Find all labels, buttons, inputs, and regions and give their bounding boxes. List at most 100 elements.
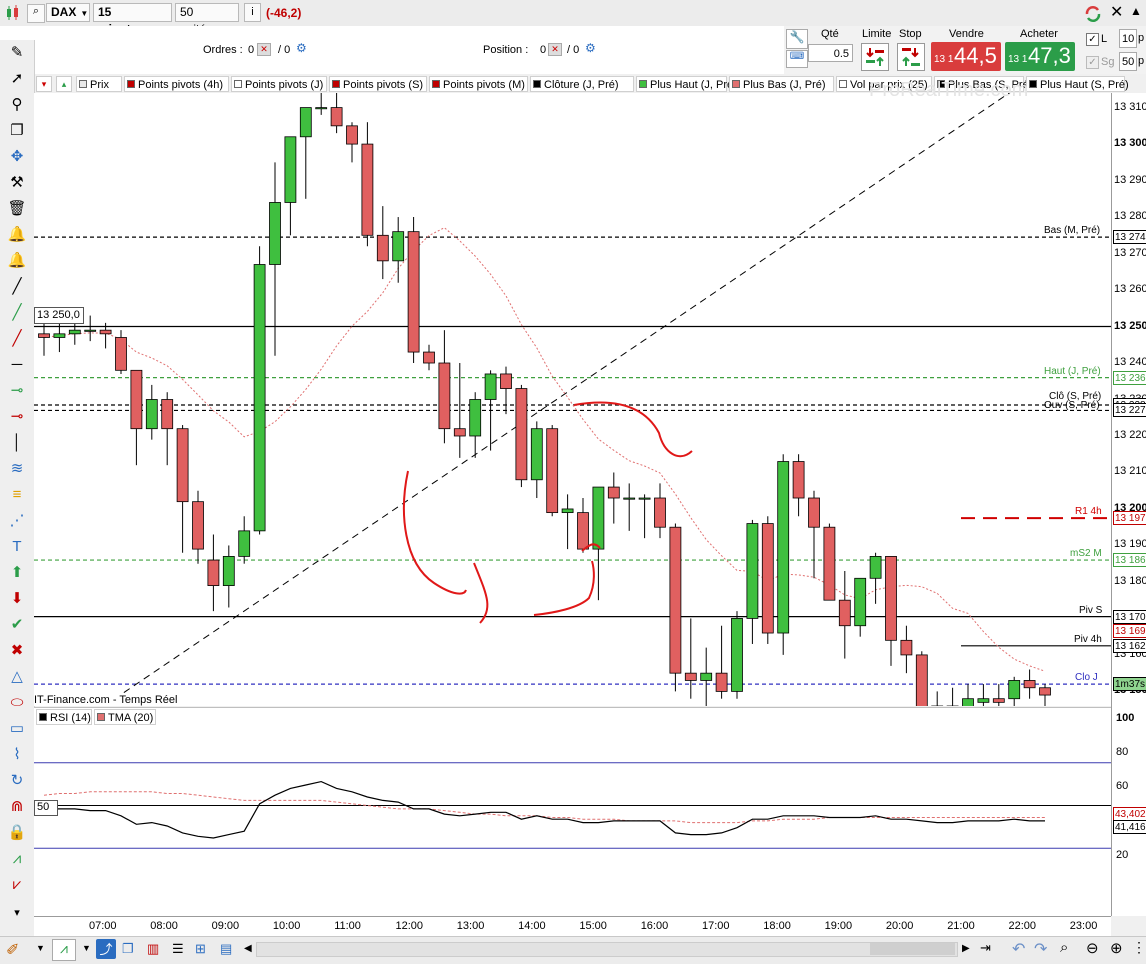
more-icon[interactable]: ⋮ bbox=[1132, 939, 1146, 956]
cross-icon[interactable]: ✖ bbox=[6, 640, 28, 662]
candle-body[interactable] bbox=[500, 373, 512, 389]
sync-icon[interactable] bbox=[1083, 4, 1103, 24]
horizontal-line-icon[interactable]: ─ bbox=[6, 354, 28, 376]
candle-body[interactable] bbox=[654, 497, 666, 528]
sell-button[interactable]: 13 1 44,5 bbox=[931, 42, 1001, 71]
scroll-end-icon[interactable]: ⇥ bbox=[980, 940, 991, 956]
candle-body[interactable] bbox=[192, 501, 204, 550]
position-settings-icon[interactable]: ⚙ bbox=[585, 41, 596, 55]
legend-item[interactable]: Points pivots (4h) bbox=[124, 76, 229, 92]
magnet-icon[interactable]: ⋒ bbox=[6, 796, 28, 818]
candle-body[interactable] bbox=[145, 399, 158, 430]
candle-body[interactable] bbox=[84, 329, 97, 332]
candle-body[interactable] bbox=[561, 508, 574, 514]
candle-body[interactable] bbox=[238, 530, 251, 557]
candle-chart-icon[interactable] bbox=[4, 4, 22, 22]
position-close-icon[interactable]: ✕ bbox=[548, 43, 562, 56]
scrollbar-thumb[interactable] bbox=[870, 943, 955, 955]
legend-item[interactable]: Plus Haut (J, Pré) bbox=[636, 76, 737, 92]
candle-body[interactable] bbox=[638, 497, 651, 500]
rectangle-icon[interactable]: ▭ bbox=[6, 718, 28, 740]
candle-body[interactable] bbox=[392, 231, 405, 262]
candle-body[interactable] bbox=[746, 523, 759, 619]
candle-body[interactable] bbox=[684, 672, 697, 681]
candle-body[interactable] bbox=[1008, 680, 1021, 700]
candle-body[interactable] bbox=[715, 672, 728, 692]
qty-input[interactable]: 0.5 bbox=[808, 44, 853, 62]
candle-body[interactable] bbox=[808, 497, 820, 528]
candle-body[interactable] bbox=[484, 373, 497, 400]
limit-checkbox[interactable]: ✓ bbox=[1086, 33, 1099, 46]
candle-body[interactable] bbox=[962, 698, 974, 706]
candle-body[interactable] bbox=[115, 337, 127, 371]
stop-order-button[interactable] bbox=[897, 43, 925, 71]
scrollbar-track[interactable] bbox=[256, 942, 958, 957]
candle-body[interactable] bbox=[1023, 680, 1036, 689]
candle-body[interactable] bbox=[330, 107, 343, 127]
units-select[interactable]: 50 unités▼ bbox=[175, 3, 239, 36]
candle-body[interactable] bbox=[130, 369, 143, 430]
candle-body[interactable] bbox=[700, 672, 713, 681]
candle-body[interactable] bbox=[731, 618, 743, 692]
price-chart[interactable]: ProRealTime.com 13 250,0 IT-Finance.com … bbox=[34, 79, 1111, 706]
orders-cancel-icon[interactable]: ✕ bbox=[257, 43, 271, 56]
rotate-icon[interactable]: ↻ bbox=[6, 770, 28, 792]
screener-icon[interactable]: ⊞ bbox=[195, 941, 206, 957]
candle-body[interactable] bbox=[885, 555, 897, 641]
close-icon[interactable]: ✕ bbox=[1110, 2, 1123, 22]
hand-drawn-annotation[interactable] bbox=[473, 562, 489, 624]
legend-item[interactable]: Clôture (J, Pré) bbox=[530, 76, 634, 92]
trend-red-icon[interactable]: ⩗ bbox=[6, 874, 28, 896]
legend-item[interactable]: Points pivots (S) bbox=[329, 76, 427, 92]
text-icon[interactable]: T bbox=[6, 536, 28, 558]
magnet-tools-icon[interactable]: ⚒ bbox=[6, 172, 28, 194]
candle-body[interactable] bbox=[407, 231, 420, 353]
candle-body[interactable] bbox=[423, 351, 435, 364]
rsi-legend-item[interactable]: RSI (14) bbox=[36, 709, 92, 725]
legend-item[interactable]: Plus Haut (S, Pré) bbox=[1026, 76, 1129, 92]
candle-body[interactable] bbox=[207, 559, 220, 586]
green-ray-icon[interactable]: ⊸ bbox=[6, 380, 28, 402]
lock-icon[interactable]: 🔒 bbox=[6, 822, 28, 844]
arrow-down-icon[interactable]: ⬇ bbox=[6, 588, 28, 610]
candle-body[interactable] bbox=[376, 234, 389, 262]
stop-guarantee-checkbox[interactable]: ✓ bbox=[1086, 56, 1099, 69]
candle-body[interactable] bbox=[900, 639, 913, 656]
pencil-icon[interactable]: ✎ bbox=[6, 42, 28, 64]
buy-button[interactable]: 13 1 47,3 bbox=[1005, 42, 1075, 71]
trend-green-icon[interactable]: ⩘ bbox=[6, 848, 28, 870]
candle-body[interactable] bbox=[777, 461, 790, 634]
candle-body[interactable] bbox=[592, 486, 605, 550]
candle-body[interactable] bbox=[546, 428, 559, 514]
candle-body[interactable] bbox=[253, 264, 266, 532]
zoom-out-icon[interactable]: ⊖ bbox=[1086, 939, 1099, 957]
redo-icon[interactable]: ↷ bbox=[1034, 939, 1047, 959]
collapse-icon[interactable]: ▲ bbox=[1130, 4, 1142, 18]
trash-icon[interactable]: 🗑 bbox=[6, 198, 28, 220]
triangle-icon[interactable]: △ bbox=[6, 666, 28, 688]
candle-body[interactable] bbox=[38, 333, 50, 338]
candle-body[interactable] bbox=[161, 399, 174, 430]
vertical-line-icon[interactable]: │ bbox=[6, 432, 28, 454]
limit-order-button[interactable] bbox=[861, 43, 889, 71]
red-ray-icon[interactable]: ⊸ bbox=[6, 406, 28, 428]
rsi-legend-item[interactable]: TMA (20) bbox=[94, 709, 156, 725]
stop-distance-input[interactable]: 50 bbox=[1119, 52, 1137, 71]
candle-body[interactable] bbox=[823, 526, 836, 601]
candle-body[interactable] bbox=[854, 577, 867, 627]
orders-settings-icon[interactable]: ⚙ bbox=[296, 41, 307, 55]
candle-body[interactable] bbox=[792, 461, 805, 499]
candle-body[interactable] bbox=[838, 599, 851, 627]
candle-body[interactable] bbox=[669, 526, 682, 674]
ellipse-icon[interactable]: ⬭ bbox=[6, 692, 28, 714]
candle-body[interactable] bbox=[869, 555, 882, 579]
candle-body[interactable] bbox=[284, 136, 297, 203]
add-indicator-icon[interactable]: ▴ bbox=[56, 76, 72, 92]
rsi-panel[interactable]: RSI (14) TMA (20) 50 bbox=[34, 707, 1111, 917]
legend-item[interactable]: Prix bbox=[76, 76, 122, 92]
move-icon[interactable]: ✥ bbox=[6, 146, 28, 168]
alert-icon[interactable]: 🔔 bbox=[6, 224, 28, 246]
chart-type-icon[interactable]: ⩘ bbox=[52, 939, 76, 961]
candle-body[interactable] bbox=[438, 362, 451, 430]
red-line-icon[interactable]: ╱ bbox=[6, 328, 28, 350]
